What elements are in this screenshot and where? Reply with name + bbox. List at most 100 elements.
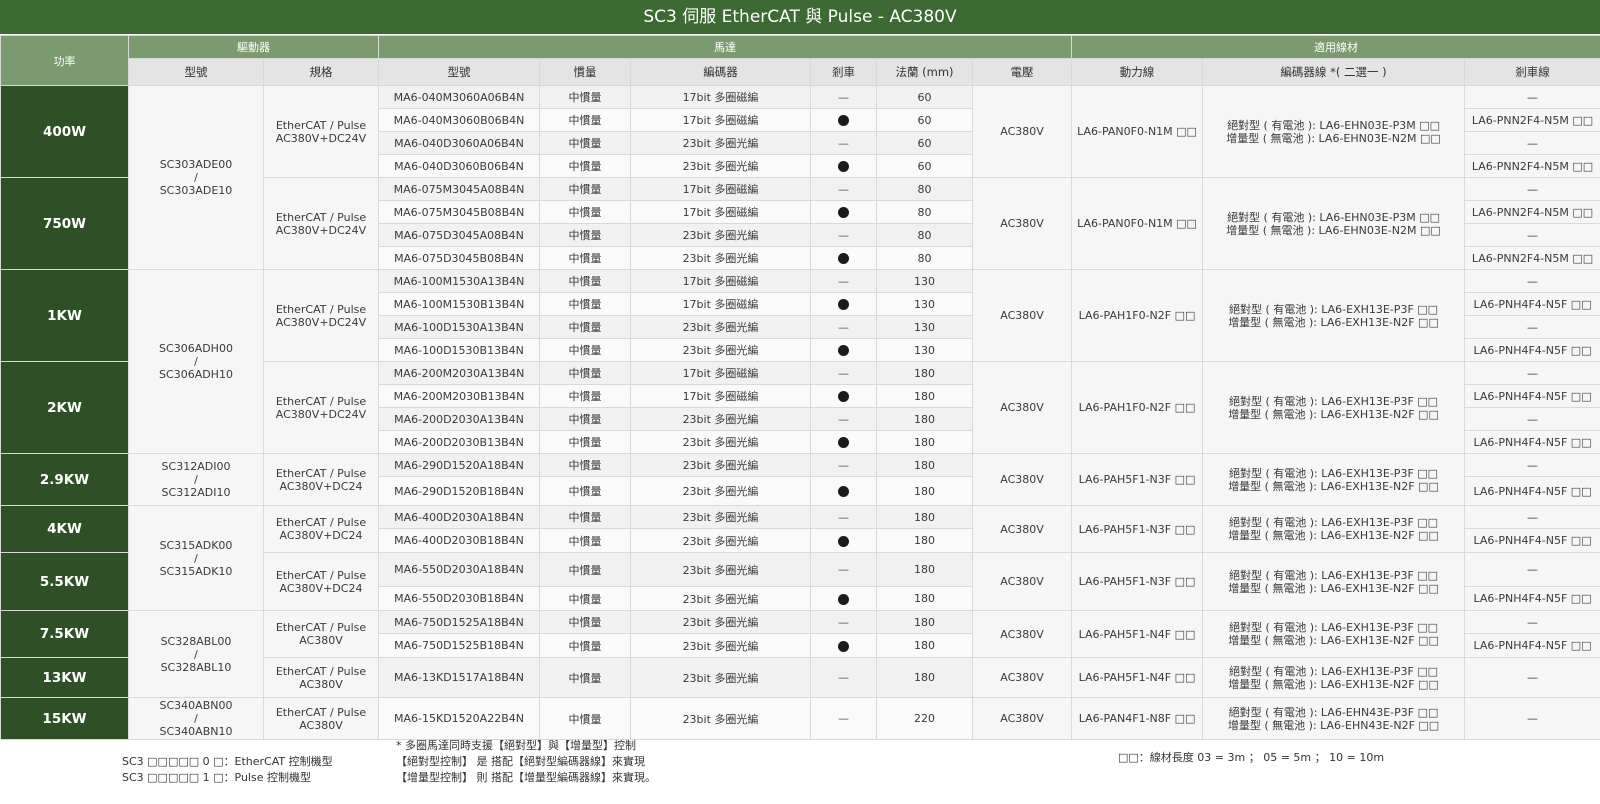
motor-inertia: 中慣量 xyxy=(539,338,631,362)
encoder-cable-incremental: 增量型 ( 無電池 ): LA6-EXH13E-N2F □□ xyxy=(1228,407,1439,421)
motor-flange: 180 xyxy=(876,476,973,506)
brake-cable: LA6-PNH4F4-N5F □□ xyxy=(1464,292,1600,316)
driver-model-separator: / xyxy=(194,473,198,486)
motor-model-header: 型號 xyxy=(378,58,540,86)
encoder-cable: 絕對型 ( 有電池 ): LA6-EXH13E-P3F □□ 增量型 ( 無電池 … xyxy=(1202,657,1466,698)
inertia-header: 慣量 xyxy=(539,58,631,86)
dash-icon: — xyxy=(838,320,849,334)
power-cable: LA6-PAH5F1-N4F □□ xyxy=(1071,610,1204,658)
motor-flange: 180 xyxy=(876,430,973,454)
encoder-cable-incremental: 增量型 ( 無電池 ): LA6-EXH13E-N2F □□ xyxy=(1228,677,1439,691)
encoder-cable-absolute: 絕對型 ( 有電池 ): LA6-EXH13E-P3F □□ xyxy=(1228,466,1439,480)
motor-brake: — xyxy=(810,453,877,477)
note-absolute: 【絕對型控制】 是 搭配【絕對型編碼器線】來實現 xyxy=(396,755,645,768)
motor-brake xyxy=(810,154,877,178)
motor-flange: 130 xyxy=(876,292,973,316)
motor-inertia: 中慣量 xyxy=(539,384,631,408)
motor-flange: 130 xyxy=(876,269,973,293)
dash-icon: — xyxy=(838,563,849,576)
driver-spec-power: AC380V+DC24 xyxy=(279,529,363,542)
brake-cable: — xyxy=(1464,315,1600,339)
brake-cable: LA6-PNH4F4-N5F □□ xyxy=(1464,430,1600,454)
motor-model: MA6-100D1530A13B4N xyxy=(378,315,540,339)
brake-header: 剎車 xyxy=(810,58,877,86)
brake-dot-icon xyxy=(838,115,849,126)
motor-inertia: 中慣量 xyxy=(539,552,631,587)
motor-brake: — xyxy=(810,315,877,339)
motor-model: MA6-13KD1517A18B4N xyxy=(378,657,540,698)
motor-model: MA6-200M2030B13B4N xyxy=(378,384,540,408)
driver-spec: EtherCAT / Pulse AC380V+DC24 xyxy=(263,505,379,553)
brake-cable: — xyxy=(1464,223,1600,247)
encoder-header: 編碼器 xyxy=(630,58,811,86)
encoder-cable-incremental: 增量型 ( 無電池 ): LA6-EHN03E-N2M □□ xyxy=(1226,223,1441,237)
motor-encoder: 23bit 多圈光編 xyxy=(630,407,811,431)
power-cable: LA6-PAH5F1-N3F □□ xyxy=(1071,552,1204,611)
motor-model: MA6-100M1530B13B4N xyxy=(378,292,540,316)
encoder-cable-absolute: 絕對型 ( 有電池 ): LA6-EXH13E-P3F □□ xyxy=(1228,394,1439,408)
brake-dot-icon xyxy=(838,345,849,356)
driver-spec-protocol: EtherCAT / Pulse xyxy=(275,664,367,678)
encoder-cable-absolute: 絕對型 ( 有電池 ): LA6-EXH13E-P3F □□ xyxy=(1228,664,1439,678)
brake-cable: — xyxy=(1464,407,1600,431)
power-rating: 400W xyxy=(0,85,129,178)
brake-cable: LA6-PNN2F4-N5M □□ xyxy=(1464,246,1600,270)
dash-icon: — xyxy=(838,412,849,426)
driver-spec-power: AC380V xyxy=(299,718,343,732)
motor-brake: — xyxy=(810,361,877,385)
motor-model: MA6-040D3060A06B4N xyxy=(378,131,540,155)
brake-cable: — xyxy=(1464,505,1600,529)
motor-model: MA6-100D1530B13B4N xyxy=(378,338,540,362)
encoder-cable: 絕對型 ( 有電池 ): LA6-EXH13E-P3F □□ 增量型 ( 無電池 … xyxy=(1202,361,1466,454)
motor-flange: 60 xyxy=(876,131,973,155)
table-row: 4KW SC315ADK00/SC315ADK10 EtherCAT / Pulse… xyxy=(0,505,1600,611)
dash-icon: — xyxy=(838,615,849,629)
motor-encoder: 17bit 多圈磁編 xyxy=(630,200,811,224)
model-code-notes: SC3 □□□□□ 0 □：EtherCAT 控制機型 SC3 □□□□□ 1 … xyxy=(122,754,333,786)
driver-model-separator: / xyxy=(194,647,198,661)
driver-spec: EtherCAT / Pulse AC380V xyxy=(263,610,379,658)
motor-brake xyxy=(810,633,877,658)
encoder-cable: 絕對型 ( 有電池 ): LA6-EHN03E-P3M □□ 增量型 ( 無電池 … xyxy=(1202,177,1466,270)
motor-model: MA6-100M1530A13B4N xyxy=(378,269,540,293)
encoder-cable-incremental: 增量型 ( 無電池 ): LA6-EXH13E-N2F □□ xyxy=(1228,581,1439,595)
motor-inertia: 中慣量 xyxy=(539,269,631,293)
voltage: AC380V xyxy=(971,269,1073,362)
dash-icon: — xyxy=(838,136,849,150)
dash-icon: — xyxy=(838,90,849,104)
motor-model: MA6-040D3060B06B4N xyxy=(378,154,540,178)
motor-inertia: 中慣量 xyxy=(539,657,631,698)
power-rating: 2.9KW xyxy=(0,453,129,506)
encoder-cable-incremental: 增量型 ( 無電池 ): LA6-EXH13E-N2F □□ xyxy=(1228,634,1439,647)
motor-inertia: 中慣量 xyxy=(539,200,631,224)
motor-flange: 80 xyxy=(876,177,973,201)
driver-spec-header: 規格 xyxy=(263,58,379,86)
spec-table-body: 400W SC303ADE00/SC303ADE10 EtherCAT / Puls… xyxy=(0,85,1600,740)
voltage-header: 電壓 xyxy=(971,58,1073,86)
driver-model: SC312ADI00/SC312ADI10 xyxy=(128,453,264,506)
voltage: AC380V xyxy=(971,85,1073,178)
motor-inertia: 中慣量 xyxy=(539,292,631,316)
motor-flange: 180 xyxy=(876,528,973,553)
motor-brake xyxy=(810,292,877,316)
voltage: AC380V xyxy=(971,697,1073,740)
driver-spec-protocol: EtherCAT / Pulse xyxy=(275,302,367,316)
motor-flange: 130 xyxy=(876,338,973,362)
voltage: AC380V xyxy=(971,453,1073,506)
motor-encoder: 23bit 多圈光編 xyxy=(630,315,811,339)
motor-inertia: 中慣量 xyxy=(539,610,631,634)
brake-cable: — xyxy=(1464,552,1600,587)
motor-inertia: 中慣量 xyxy=(539,476,631,506)
driver-spec-protocol: EtherCAT / Pulse xyxy=(275,568,367,582)
dash-icon: — xyxy=(838,671,849,684)
encoder-cable-absolute: 絕對型 ( 有電池 ): LA6-EXH13E-P3F □□ xyxy=(1228,568,1439,582)
encoder-cable: 絕對型 ( 有電池 ): LA6-EXH13E-P3F □□ 增量型 ( 無電池 … xyxy=(1202,269,1466,362)
dash-icon: — xyxy=(838,366,849,380)
brake-dot-icon xyxy=(838,640,849,652)
motor-inertia: 中慣量 xyxy=(539,361,631,385)
encoder-cable-incremental: 增量型 ( 無電池 ): LA6-EHN03E-N2M □□ xyxy=(1226,131,1441,145)
motor-encoder: 23bit 多圈光編 xyxy=(630,154,811,178)
driver-spec: EtherCAT / Pulse AC380V xyxy=(263,657,379,698)
brake-cable: LA6-PNN2F4-N5M □□ xyxy=(1464,108,1600,132)
motor-encoder: 23bit 多圈光編 xyxy=(630,453,811,477)
